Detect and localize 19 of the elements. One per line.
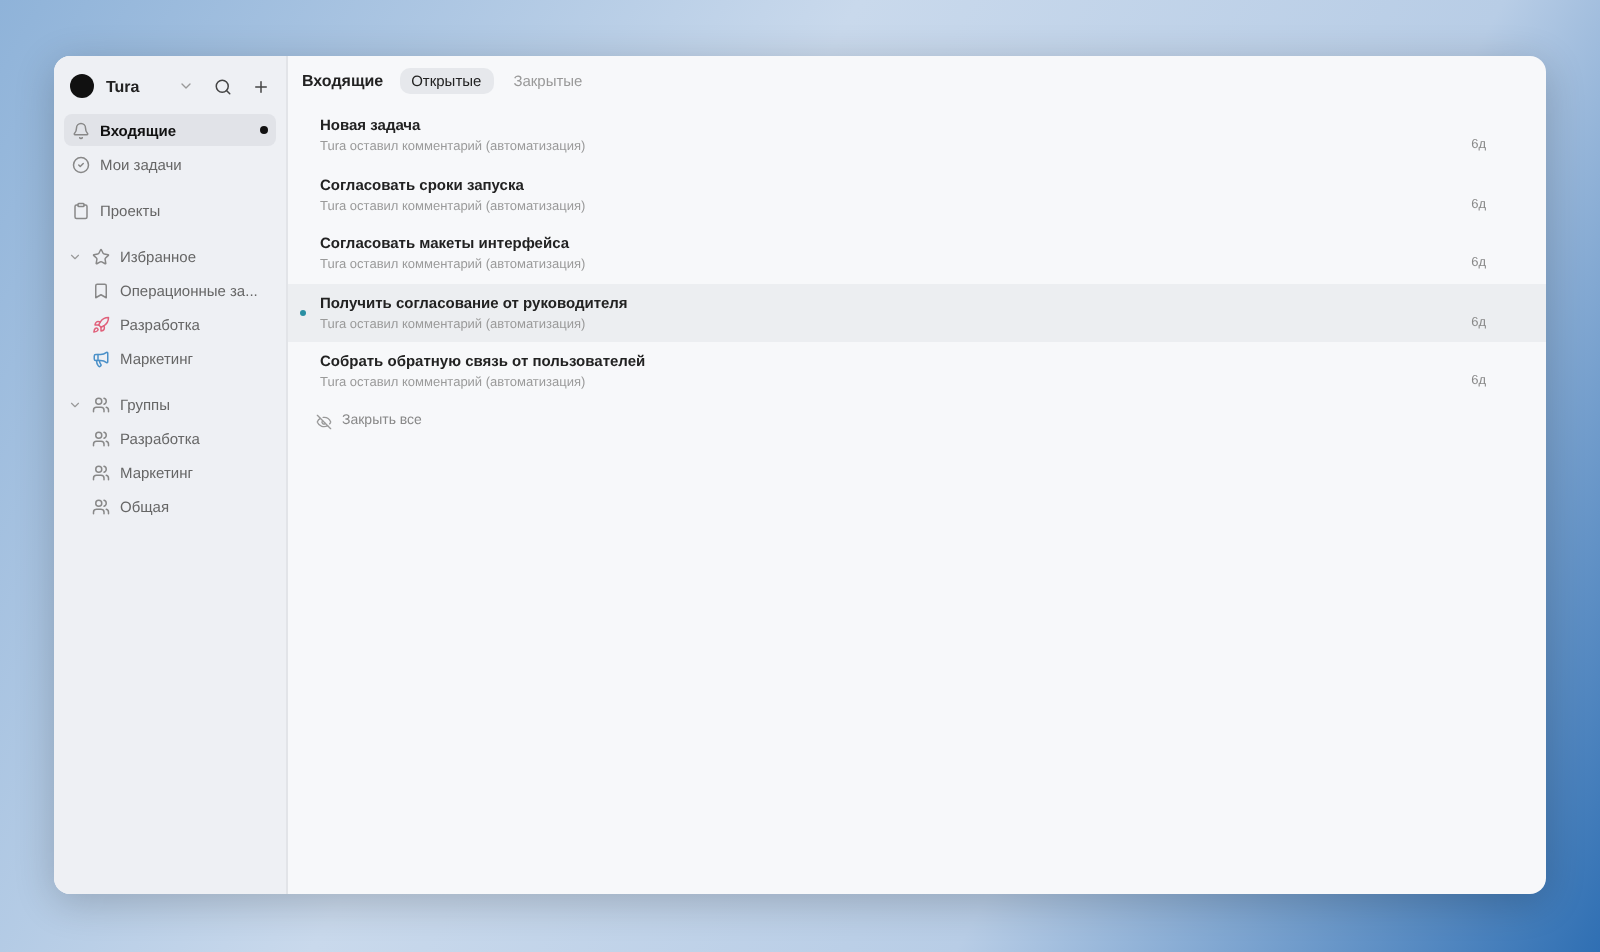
page-title: Входящие [302, 71, 384, 89]
users-icon [92, 463, 110, 481]
clipboard-icon [72, 201, 90, 219]
selected-dot [300, 309, 306, 315]
bookmark-icon [92, 281, 110, 299]
users-icon [92, 497, 110, 515]
search-icon[interactable] [214, 77, 232, 95]
workspace-logo [70, 74, 94, 98]
eye-off-icon [316, 413, 332, 429]
plus-icon[interactable] [252, 77, 270, 95]
users-icon [92, 429, 110, 447]
workspace-name[interactable]: Tura [106, 77, 166, 95]
megaphone-icon [92, 349, 110, 367]
check-circle-icon [72, 155, 90, 173]
chevron-down-icon[interactable] [178, 78, 194, 94]
rocket-icon [92, 315, 110, 333]
star-icon [92, 247, 110, 265]
users-icon [92, 395, 110, 413]
bell-icon [72, 121, 90, 139]
